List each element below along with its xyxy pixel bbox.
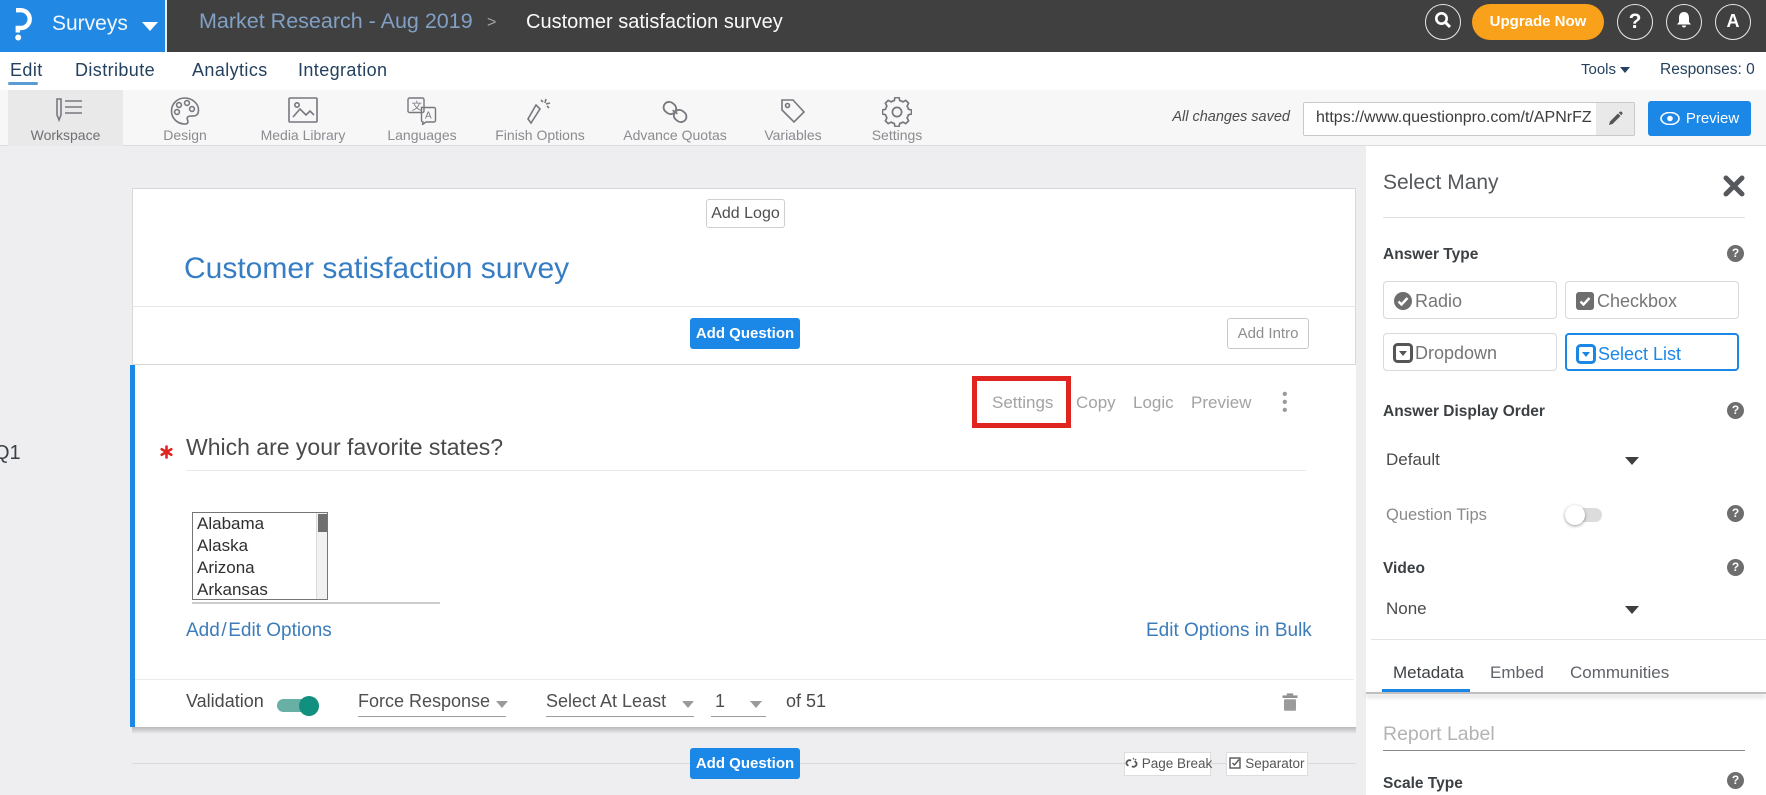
svg-text:文: 文 [412, 100, 423, 113]
svg-text:A: A [425, 111, 432, 122]
